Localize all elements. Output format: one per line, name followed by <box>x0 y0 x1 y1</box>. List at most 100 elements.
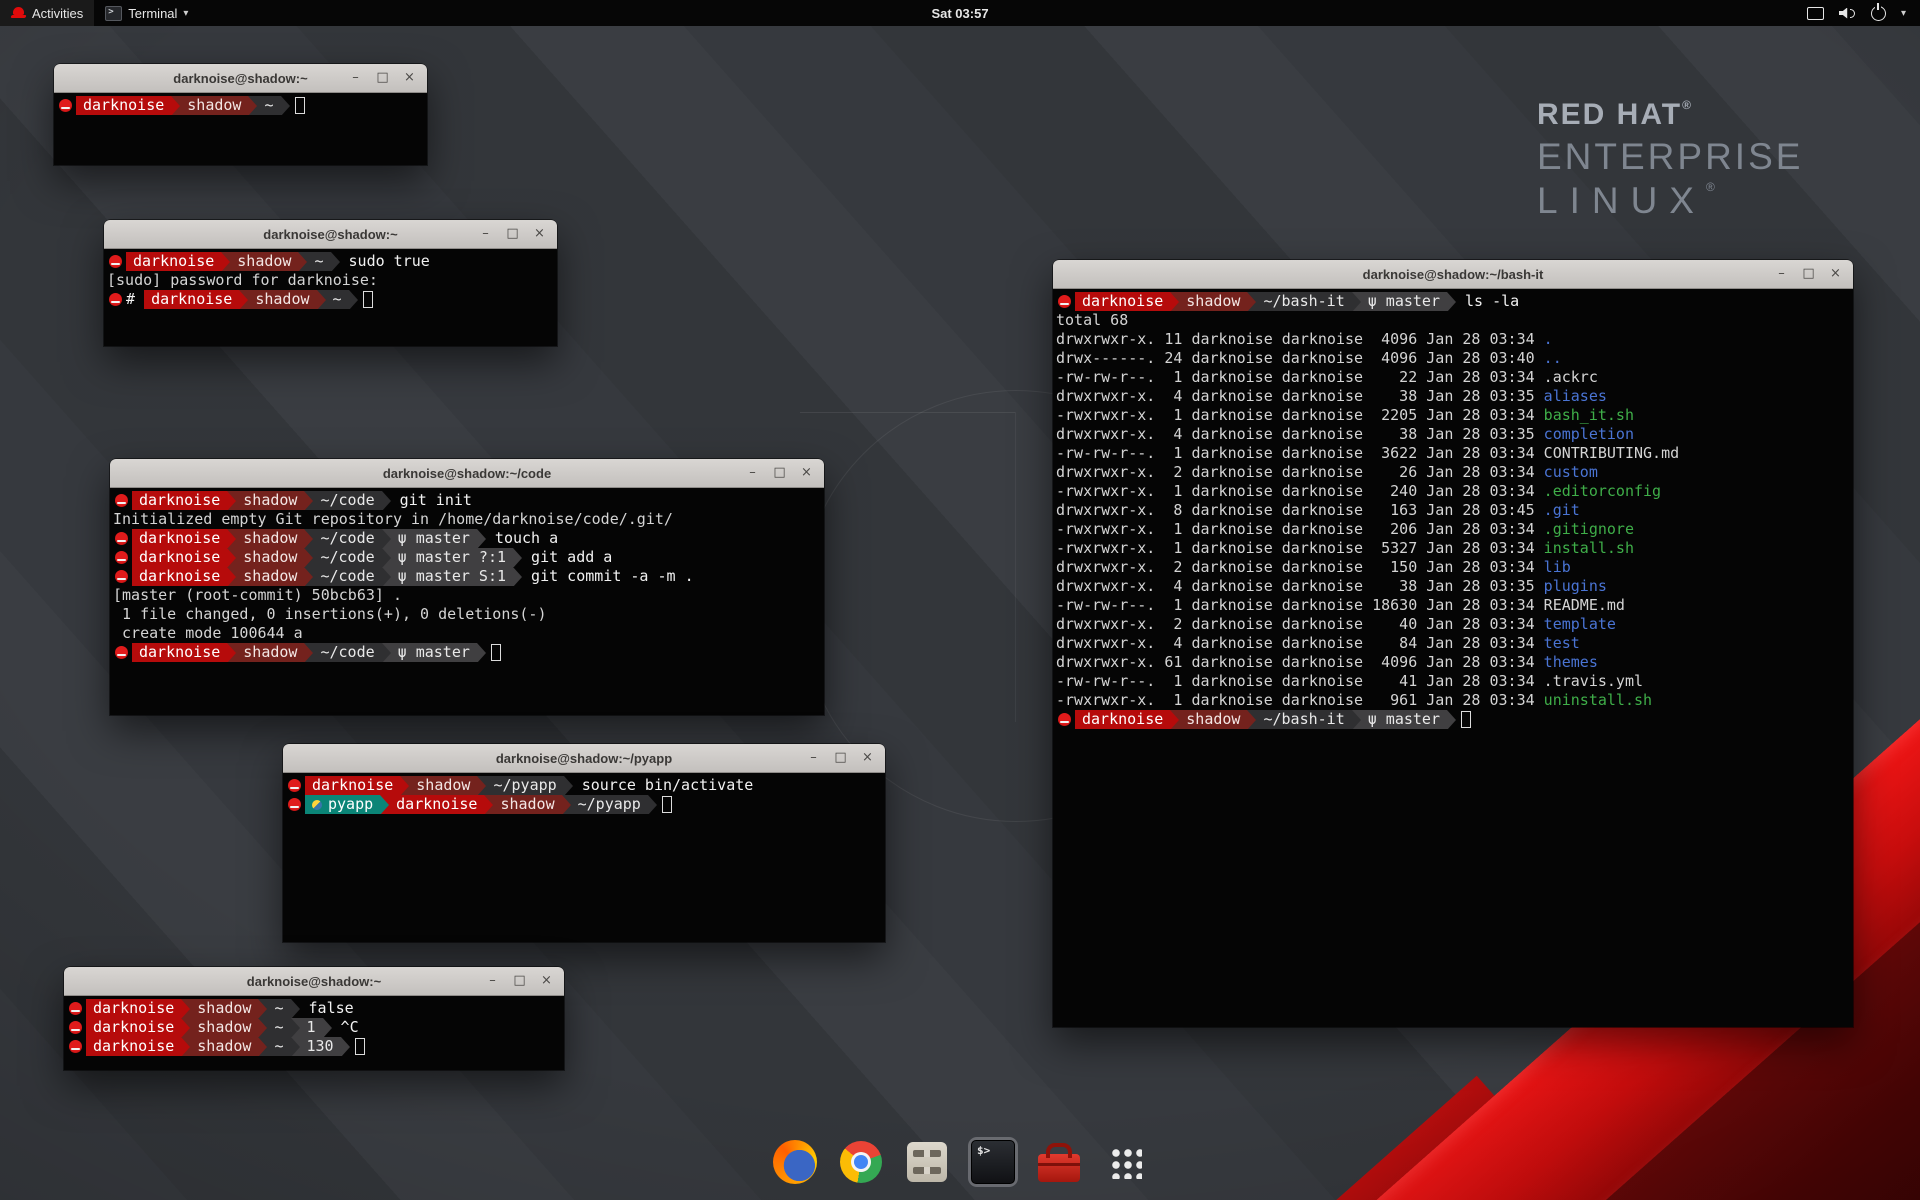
ls-filename: lib <box>1544 558 1571 577</box>
ls-columns: -rw-rw-r--. 1 darknoise darknoise 3622 J… <box>1056 444 1544 463</box>
terminal-line: Initialized empty Git repository in /hom… <box>113 510 822 529</box>
toolbox-icon[interactable] <box>1035 1138 1083 1186</box>
terminal-body[interactable]: darknoiseshadow~ sudo true[sudo] passwor… <box>104 249 557 312</box>
terminal-line: darknoiseshadow~/code git init <box>113 491 822 510</box>
terminal-line: drwxrwxr-x. 4 darknoise darknoise 38 Jan… <box>1056 425 1851 444</box>
minimize-button[interactable]: – <box>348 65 363 91</box>
prompt-segment-exit: 130 <box>300 1037 341 1056</box>
command-text: ls -la <box>1456 292 1519 311</box>
prompt-segment-user: darknoise <box>86 999 181 1018</box>
maximize-button[interactable]: □ <box>505 221 520 247</box>
prompt-segment-git: ψ master <box>391 643 477 662</box>
prompt-segment-path: ~ <box>267 1037 290 1056</box>
close-button[interactable]: × <box>799 460 814 486</box>
maximize-button[interactable]: □ <box>375 65 390 91</box>
powerline-arrow <box>477 529 486 548</box>
terminal-body[interactable]: darknoiseshadow~/pyapp source bin/activa… <box>283 773 885 817</box>
firefox-icon[interactable] <box>771 1138 819 1186</box>
python-venv-icon <box>312 800 322 810</box>
maximize-button[interactable]: □ <box>833 745 848 771</box>
chevron-down-icon[interactable]: ▾ <box>1901 8 1906 19</box>
prompt-segment-path: ~/code <box>313 491 381 510</box>
close-button[interactable]: × <box>860 745 875 771</box>
powerline-arrow <box>484 795 493 814</box>
registered-mark: ® <box>1706 180 1715 194</box>
terminal-line: drwxrwxr-x. 8 darknoise darknoise 163 Ja… <box>1056 501 1851 520</box>
titlebar[interactable]: darknoise@shadow:~/pyapp – □ × <box>283 744 885 773</box>
display-icon[interactable] <box>1807 7 1824 20</box>
prompt-segment-path: ~ <box>326 290 349 309</box>
app-grid-icon[interactable] <box>1101 1138 1149 1186</box>
desktop: RED HAT® ENTERPRISE LINUX® darknoise@sha… <box>0 0 1920 1200</box>
close-button[interactable]: × <box>402 65 417 91</box>
titlebar[interactable]: darknoise@shadow:~/bash-it – □ × <box>1053 260 1853 289</box>
powerline-arrow <box>304 529 313 548</box>
minimize-button[interactable]: – <box>485 968 500 994</box>
terminal-window-4: darknoise@shadow:~/pyapp – □ × darknoise… <box>283 744 885 942</box>
titlebar[interactable]: darknoise@shadow:~ – □ × <box>54 64 427 93</box>
minimize-button[interactable]: – <box>745 460 760 486</box>
terminal-icon[interactable]: $> <box>969 1138 1017 1186</box>
close-button[interactable]: × <box>539 968 554 994</box>
terminal-body[interactable]: darknoiseshadow~/code git initInitialize… <box>110 488 824 665</box>
maximize-button[interactable]: □ <box>512 968 527 994</box>
volume-icon[interactable] <box>1839 7 1856 20</box>
terminal-body[interactable]: darknoiseshadow~ <box>54 93 427 118</box>
prompt-segment-host: shadow <box>236 643 304 662</box>
titlebar[interactable]: darknoise@shadow:~ – □ × <box>104 220 557 249</box>
prompt-segment-user: darknoise <box>132 548 227 567</box>
powerline-arrow <box>258 1037 267 1056</box>
redhat-prompt-icon <box>115 570 128 583</box>
prompt-segment-host: shadow <box>1179 710 1247 729</box>
registered-mark: ® <box>1682 98 1691 112</box>
powerline-arrow <box>304 567 313 586</box>
terminal-cursor <box>295 97 305 114</box>
minimize-button[interactable]: – <box>806 745 821 771</box>
command-text: source bin/activate <box>573 776 754 795</box>
terminal-body[interactable]: darknoiseshadow~/bash-itψ master ls -lat… <box>1053 289 1853 732</box>
powerline-arrow <box>382 548 391 567</box>
ls-columns: drwxrwxr-x. 4 darknoise darknoise 84 Jan… <box>1056 634 1544 653</box>
prompt-segment-host: shadow <box>1179 292 1247 311</box>
terminal-line: drwxrwxr-x. 2 darknoise darknoise 40 Jan… <box>1056 615 1851 634</box>
powerline-arrow <box>221 252 230 271</box>
powerline-arrow <box>477 776 486 795</box>
powerline-arrow <box>304 548 313 567</box>
grid-dots <box>1108 1145 1142 1179</box>
ls-filename: custom <box>1544 463 1598 482</box>
ls-filename: . <box>1544 330 1553 349</box>
clock[interactable]: Sat 03:57 <box>931 6 988 21</box>
powerline-arrow <box>239 290 248 309</box>
terminal-line: -rwxrwxr-x. 1 darknoise darknoise 240 Ja… <box>1056 482 1851 501</box>
prompt-segment-user: darknoise <box>132 529 227 548</box>
terminal-cursor <box>355 1038 365 1055</box>
prompt-segment-host: shadow <box>236 529 304 548</box>
minimize-button[interactable]: – <box>478 221 493 247</box>
activities-button[interactable]: Activities <box>0 0 94 26</box>
powerline-arrow <box>181 1018 190 1037</box>
powerline-arrow <box>562 795 571 814</box>
app-menu-terminal[interactable]: Terminal ▾ <box>94 0 199 26</box>
maximize-button[interactable]: □ <box>1801 261 1816 287</box>
prompt-segment-path: ~/bash-it <box>1256 292 1351 311</box>
powerline-arrow <box>382 491 391 510</box>
close-button[interactable]: × <box>532 221 547 247</box>
files-icon[interactable] <box>903 1138 951 1186</box>
maximize-button[interactable]: □ <box>772 460 787 486</box>
minimize-button[interactable]: – <box>1774 261 1789 287</box>
terminal-line: [master (root-commit) 50bcb63] . <box>113 586 822 605</box>
chrome-icon[interactable] <box>837 1138 885 1186</box>
prompt-segment-venv: pyapp <box>305 795 380 814</box>
prompt-segment-user: darknoise <box>132 643 227 662</box>
ls-columns: drwxrwxr-x. 2 darknoise darknoise 150 Ja… <box>1056 558 1544 577</box>
output-text: [sudo] password for darknoise: <box>107 271 378 290</box>
power-icon[interactable] <box>1871 6 1886 21</box>
titlebar[interactable]: darknoise@shadow:~/code – □ × <box>110 459 824 488</box>
chevron-down-icon: ▾ <box>183 8 188 19</box>
powerline-arrow <box>304 643 313 662</box>
close-button[interactable]: × <box>1828 261 1843 287</box>
powerline-arrow <box>181 999 190 1018</box>
ls-columns: -rwxrwxr-x. 1 darknoise darknoise 961 Ja… <box>1056 691 1544 710</box>
terminal-body[interactable]: darknoiseshadow~ falsedarknoiseshadow~1 … <box>64 996 564 1059</box>
titlebar[interactable]: darknoise@shadow:~ – □ × <box>64 967 564 996</box>
